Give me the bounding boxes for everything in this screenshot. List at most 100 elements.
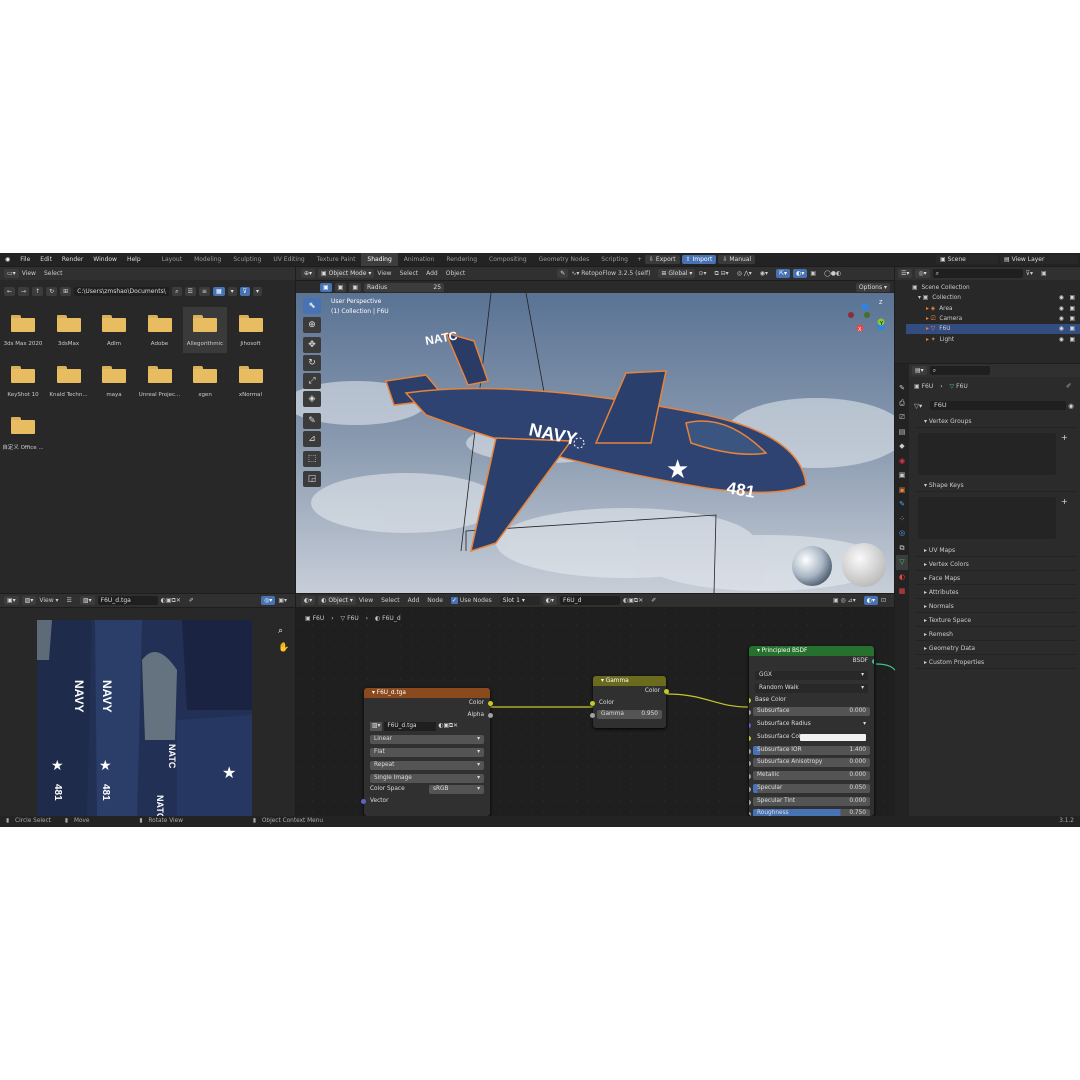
pin-icon[interactable]: ✐ (1066, 382, 1071, 390)
properties-section[interactable]: ▸ Custom Properties (916, 656, 1076, 669)
tab-texture-paint[interactable]: Texture Paint (311, 253, 362, 266)
shape-keys-list[interactable] (918, 497, 1056, 539)
color-space-dropdown[interactable]: sRGB ▾ (429, 784, 484, 794)
mesh-browse-icon[interactable]: ▽▾ (914, 402, 930, 410)
filter-dropdown-icon[interactable]: ▾ (253, 286, 263, 296)
vertex-groups-list[interactable] (918, 433, 1056, 475)
color-socket[interactable] (488, 701, 493, 706)
distribution-dropdown[interactable]: GGX ▾ (755, 670, 868, 680)
orientation-dropdown[interactable]: ⊞ Global ▾ (658, 269, 696, 278)
outliner-item[interactable]: ▸ ✦ Light ◉ ▣ (906, 335, 1080, 345)
node-overlay-icon[interactable]: ◐▾ (863, 596, 878, 605)
node-sidebar-icon[interactable]: ⊡ (881, 597, 886, 604)
properties-section[interactable]: ▾ Shape Keys (916, 479, 1076, 492)
add-item-icon[interactable]: + (1061, 433, 1068, 442)
search-icon[interactable]: ⌕ (172, 286, 182, 296)
fb-menu-select[interactable]: Select (44, 270, 63, 277)
refresh-icon[interactable]: ↻ (46, 286, 58, 296)
image-texture-node[interactable]: ▾ F6U_d.tga Color Alpha ▨▾ F6U_d.tga ◐▣⧉… (361, 688, 493, 816)
bsdf-prop-field[interactable]: Subsurface Radius ▾ (753, 720, 870, 729)
outliner-editor-type-icon[interactable]: ☰▾ (898, 269, 913, 278)
fb-menu-view[interactable]: View (22, 270, 36, 277)
subsurface-method-dropdown[interactable]: Random Walk ▾ (755, 683, 868, 693)
material-name-field[interactable]: F6U_d (560, 596, 621, 605)
folder-item[interactable]: xNormal (229, 358, 273, 404)
properties-section[interactable]: ▸ Geometry Data (916, 642, 1076, 655)
bsdf-prop-field[interactable]: Subsurface IOR 1.400 (753, 745, 870, 755)
visibility-eye-icon[interactable]: ◉ (1059, 335, 1064, 345)
vector-input-row[interactable]: Vector (361, 796, 490, 808)
menu-help[interactable]: Help (122, 256, 146, 263)
back-icon[interactable]: ← (4, 286, 16, 296)
render-camera-icon[interactable]: ▣ (1070, 335, 1075, 345)
view-layer-tab-icon[interactable]: ▤ (896, 425, 908, 440)
transform-tool-icon[interactable]: ◈ (303, 391, 321, 407)
image-editor-type-icon[interactable]: ▣▾ (4, 596, 19, 605)
gamma-value-field[interactable]: Gamma 0.950 (597, 710, 662, 719)
bsdf-output-row[interactable]: BSDF (749, 656, 874, 668)
select-tool-icon[interactable]: ⬉ (303, 298, 321, 314)
folder-item[interactable]: KeyShot 10 (1, 358, 45, 404)
menu-render[interactable]: Render (57, 256, 88, 263)
ne-menu-add[interactable]: Add (408, 597, 420, 604)
import-button[interactable]: ⇧ Import (681, 255, 717, 264)
bsdf-output-socket[interactable] (872, 659, 874, 664)
breadcrumb-item-3[interactable]: F6U_d (382, 615, 400, 622)
texture-image[interactable]: NAVY NAVY NATC NATC 481 481 ★ ★ ★ (37, 620, 252, 816)
folder-item[interactable]: xgen (183, 358, 227, 404)
properties-section[interactable]: ▸ Attributes (916, 586, 1076, 599)
image-selector-field[interactable]: F6U_d.tga (384, 722, 437, 731)
viewport-canvas[interactable]: NAVY NATC 481 ★ Z Y X User Perspective (… (296, 293, 894, 593)
path-field[interactable]: C:\Users\zmshao\Documents\ (74, 286, 170, 296)
texture-tab-icon[interactable]: ▦ (896, 584, 908, 599)
bsdf-prop-socket[interactable] (749, 735, 751, 741)
ne-menu-select[interactable]: Select (381, 597, 400, 604)
properties-section[interactable]: ▸ Normals (916, 600, 1076, 613)
outliner-item[interactable]: ▾ ▣ Collection ◉ ▣ (906, 293, 1080, 303)
menu-window[interactable]: Window (88, 256, 122, 263)
menu-file[interactable]: File (15, 256, 35, 263)
tab-layout[interactable]: Layout (156, 253, 188, 266)
properties-section[interactable]: ▸ Face Maps (916, 572, 1076, 585)
tab-compositing[interactable]: Compositing (483, 253, 533, 266)
bsdf-prop-field[interactable]: Subsurface Col... (753, 733, 870, 742)
bsdf-prop-socket[interactable] (749, 710, 751, 716)
image-display-channels-icon[interactable]: ◎▾ (261, 596, 276, 605)
image-mode-icon[interactable]: ▨▾ (21, 596, 37, 605)
outliner-display-mode-icon[interactable]: ◎▾ (915, 269, 930, 278)
gamma-color-output[interactable]: Color (593, 686, 669, 698)
tab-rendering[interactable]: Rendering (440, 253, 483, 266)
list-view-icon[interactable]: ☰ (184, 286, 196, 296)
thumbnails-icon[interactable]: ▦ (212, 286, 225, 296)
outliner-item[interactable]: ▸ ⎚ Camera ◉ ▣ (906, 314, 1080, 324)
projection-dropdown[interactable]: Flat ▾ (370, 747, 484, 757)
properties-section[interactable]: ▾ Vertex Groups (916, 415, 1076, 428)
short-list-icon[interactable]: ≡ (198, 286, 210, 296)
eyedropper-icon[interactable]: ✎ (557, 269, 569, 278)
node-snap-icons[interactable]: ▣ ◎ ⊿▾ (833, 597, 856, 604)
image-node-header[interactable]: ▾ F6U_d.tga (364, 688, 490, 698)
annotate-tool-icon[interactable]: ✎ (303, 413, 321, 429)
image-pan-icon[interactable]: ✋ (278, 643, 289, 653)
render-camera-icon[interactable]: ▣ (1070, 324, 1075, 334)
image-zoom-icon[interactable]: ⌕ (278, 626, 283, 636)
gamma-color-input[interactable]: Color (590, 698, 666, 710)
tab-sculpting[interactable]: Sculpting (227, 253, 267, 266)
slot-dropdown[interactable]: Slot 1 ▾ (499, 596, 540, 605)
material-tab-icon[interactable]: ◐ (896, 570, 908, 585)
xray-icon[interactable]: ▣ (810, 270, 816, 277)
snap-icon[interactable]: ⧉ ⊟▾ (714, 270, 728, 278)
modifiers-tab-icon[interactable]: ✎ (896, 497, 908, 512)
tab-geometry-nodes[interactable]: Geometry Nodes (533, 253, 596, 266)
bsdf-prop-socket[interactable] (749, 774, 751, 779)
retopo-tool-icon[interactable]: ◲ (303, 471, 321, 487)
visibility-icon[interactable]: ◉▾ (760, 270, 768, 277)
node-editor-type-icon[interactable]: ◐▾ (301, 596, 316, 605)
scale-tool-icon[interactable]: ⤢ (303, 373, 321, 389)
bsdf-prop-field[interactable]: Specular 0.050 (753, 783, 870, 793)
vp-menu-object[interactable]: Object (446, 270, 466, 277)
material-pin-icon[interactable]: ✐ (651, 597, 656, 604)
bsdf-node-header[interactable]: ▾ Principled BSDF (749, 646, 874, 656)
visibility-eye-icon[interactable]: ◉ (1059, 324, 1064, 334)
bsdf-prop-field[interactable]: Roughness 0.750 (753, 809, 870, 816)
